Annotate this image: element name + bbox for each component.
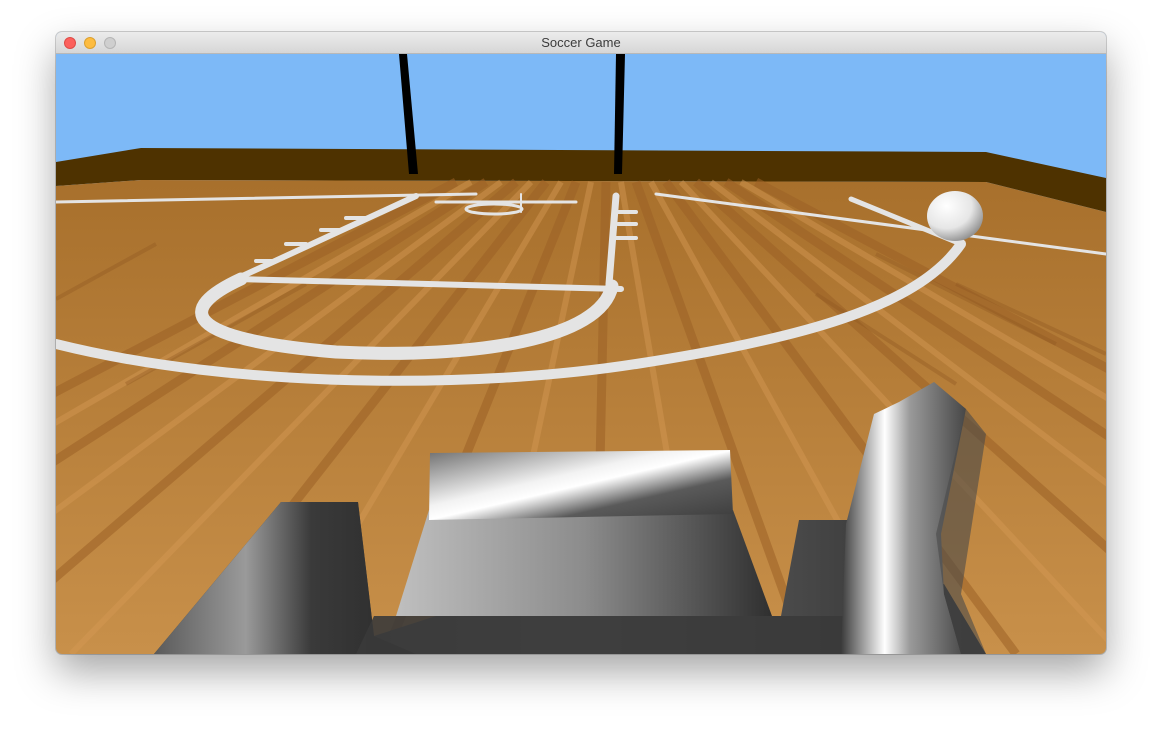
- title-bar: Soccer Game: [56, 32, 1106, 54]
- game-window: Soccer Game: [56, 32, 1106, 654]
- soccer-ball: [927, 191, 983, 241]
- window-title: Soccer Game: [541, 35, 621, 50]
- game-viewport[interactable]: [56, 54, 1106, 654]
